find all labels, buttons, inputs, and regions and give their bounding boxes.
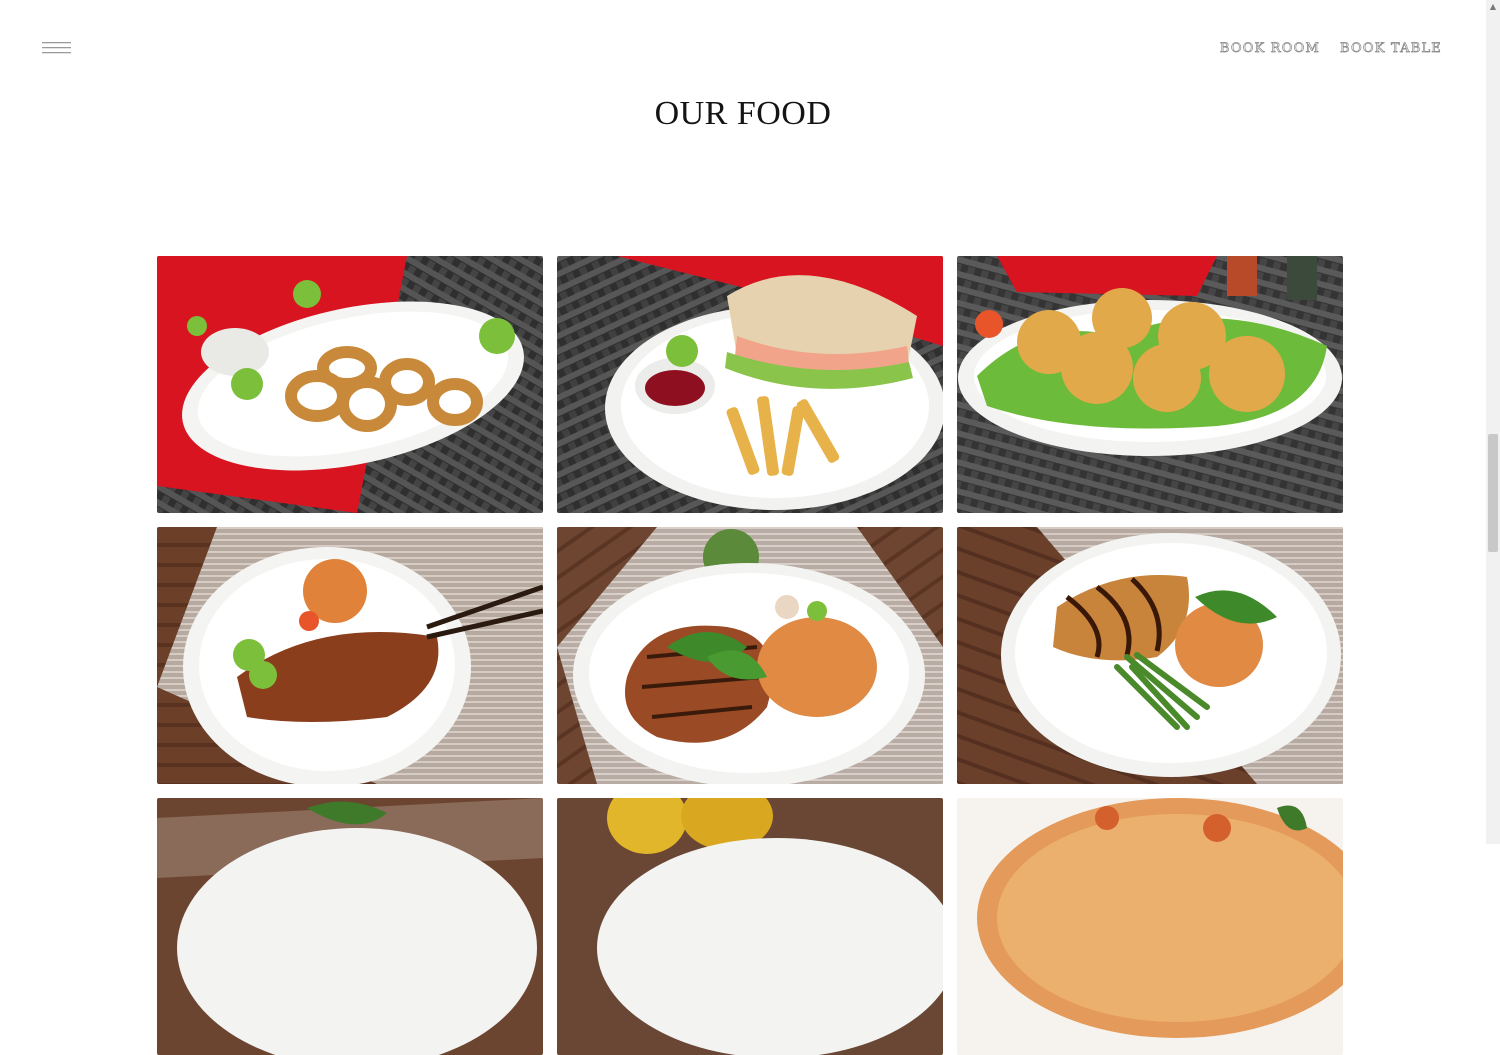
book-table-link[interactable]: BOOK TABLE <box>1340 41 1442 57</box>
pizza-partial-photo <box>957 798 1343 1055</box>
food-tile-partial-1[interactable] <box>157 798 543 1055</box>
dish-partial-photo <box>157 798 543 1055</box>
food-tile-skewers[interactable] <box>157 527 543 784</box>
food-tile-pork-chop[interactable] <box>557 527 943 784</box>
vertical-scrollbar[interactable]: ▲ <box>1486 0 1500 844</box>
food-tile-glazed-fish[interactable] <box>957 527 1343 784</box>
fried-balls-salad-photo <box>957 256 1343 513</box>
food-tile-fried-balls[interactable] <box>957 256 1343 513</box>
lemons-partial-photo <box>557 798 943 1055</box>
food-tile-partial-3[interactable] <box>957 798 1343 1055</box>
food-tile-calamari[interactable] <box>157 256 543 513</box>
book-room-link[interactable]: BOOK ROOM <box>1219 41 1320 57</box>
food-tile-partial-2[interactable] <box>557 798 943 1055</box>
pork-skewers-rice-photo <box>157 527 543 784</box>
page-title: OUR FOOD <box>654 95 832 132</box>
glazed-fish-green-beans-photo <box>957 527 1343 784</box>
chicken-sandwich-fries-photo <box>557 256 943 513</box>
fried-calamari-photo <box>157 256 543 513</box>
hamburger-menu-icon[interactable] <box>42 42 72 56</box>
top-nav: BOOK ROOM BOOK TABLE <box>1219 41 1442 57</box>
scroll-thumb[interactable] <box>1488 434 1498 552</box>
food-gallery <box>157 256 1343 1055</box>
scroll-up-arrow-icon[interactable]: ▲ <box>1486 0 1500 14</box>
grilled-pork-chop-rice-photo <box>557 527 943 784</box>
food-tile-sandwich[interactable] <box>557 256 943 513</box>
